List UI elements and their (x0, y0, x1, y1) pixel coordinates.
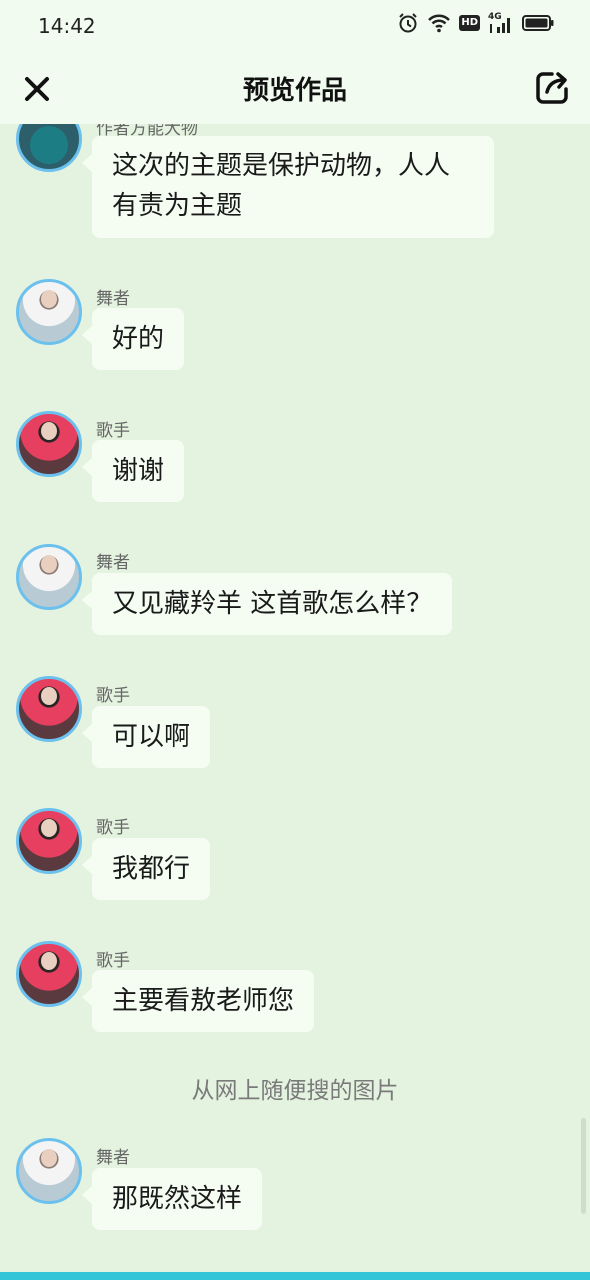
message-text-line: 有责为主题 (112, 191, 243, 221)
alarm-icon (397, 12, 419, 34)
avatar[interactable] (16, 279, 82, 345)
system-note: 从网上随便搜的图片 (191, 1078, 399, 1104)
avatar[interactable] (16, 544, 82, 610)
message-bubble[interactable]: 可以啊 (81, 706, 211, 768)
battery-icon (522, 14, 554, 32)
share-icon (536, 72, 568, 104)
sender-name: 舞者 (96, 289, 130, 309)
top-bar: 14:42 HD 4G 预览作品 (0, 0, 590, 124)
share-button[interactable] (534, 70, 570, 106)
avatar[interactable] (16, 676, 82, 742)
message-text-line: 这次的主题是保护动物，人人 (112, 151, 451, 181)
scrollbar[interactable] (581, 1118, 586, 1214)
wifi-icon (427, 12, 451, 34)
message-bubble[interactable]: 主要看敖老师您 (81, 970, 315, 1032)
message-bubble[interactable]: 又见藏羚羊 这首歌怎么样？ (81, 573, 453, 635)
message-bubble[interactable]: 我都行 (81, 838, 211, 900)
avatar[interactable] (16, 941, 82, 1007)
message-bubble[interactable]: 那既然这样 (81, 1168, 263, 1230)
chat-area[interactable]: 作者方能大物 这次的主题是保护动物，人人 有责为主题 舞者 好的 歌手 谢谢 舞… (0, 0, 590, 1280)
4g-signal-icon: 4G (488, 12, 514, 34)
page-title: 预览作品 (242, 76, 347, 106)
avatar[interactable] (16, 411, 82, 477)
message-bubble[interactable]: 这次的主题是保护动物，人人 有责为主题 (82, 136, 494, 238)
message-bubble[interactable]: 谢谢 (81, 440, 185, 502)
sender-name: 歌手 (96, 951, 130, 971)
avatar[interactable] (16, 808, 82, 874)
sender-name: 歌手 (96, 686, 130, 706)
hd-icon: HD (459, 15, 480, 31)
sender-name: 舞者 (96, 553, 130, 573)
sender-name: 歌手 (96, 421, 130, 441)
avatar[interactable] (16, 1138, 82, 1204)
bottom-bar (0, 1272, 590, 1280)
status-icons: HD 4G (397, 12, 554, 34)
sender-name: 歌手 (96, 818, 130, 838)
status-time: 14:42 (38, 14, 96, 38)
message-bubble[interactable]: 好的 (81, 308, 185, 370)
sender-name: 舞者 (96, 1148, 130, 1168)
